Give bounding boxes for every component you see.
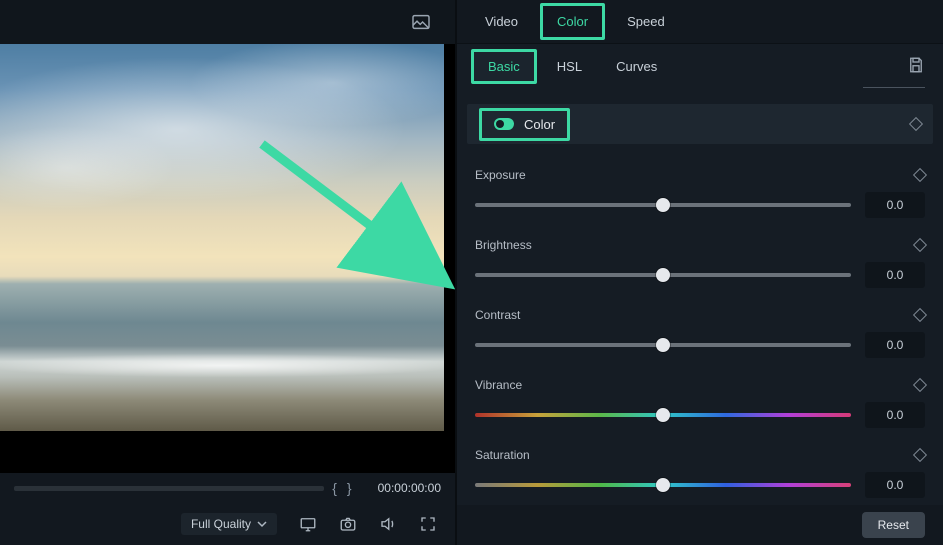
reset-button[interactable]: Reset	[862, 512, 925, 538]
keyframe-vibrance[interactable]	[913, 378, 927, 392]
saturation-thumb[interactable]	[656, 478, 670, 492]
preview-controls: Full Quality	[0, 503, 455, 545]
exposure-value[interactable]: 0.0	[865, 192, 925, 218]
timeline-track[interactable]	[14, 486, 324, 491]
exposure-block: Exposure 0.0	[475, 168, 925, 218]
keyframe-exposure[interactable]	[913, 168, 927, 182]
reset-bar: Reset	[457, 505, 943, 545]
image-icon[interactable]	[411, 14, 431, 30]
color-section-header: Color	[467, 104, 933, 144]
vibrance-value[interactable]: 0.0	[865, 402, 925, 428]
keyframe-contrast[interactable]	[913, 308, 927, 322]
quality-label: Full Quality	[191, 517, 251, 531]
inspector-panel: Video Color Speed Basic HSL Curves Color…	[455, 0, 943, 545]
save-preset-icon[interactable]	[907, 56, 925, 74]
keyframe-saturation[interactable]	[913, 448, 927, 462]
exposure-label: Exposure	[475, 168, 526, 182]
tab-video[interactable]: Video	[471, 6, 532, 37]
contrast-thumb[interactable]	[656, 338, 670, 352]
chevron-down-icon	[257, 519, 267, 529]
subtab-hsl[interactable]: HSL	[543, 52, 596, 81]
vibrance-slider[interactable]	[475, 413, 851, 417]
saturation-value[interactable]: 0.0	[865, 472, 925, 498]
display-icon[interactable]	[299, 515, 317, 533]
fullscreen-icon[interactable]	[419, 515, 437, 533]
contrast-block: Contrast 0.0	[475, 308, 925, 358]
brightness-value[interactable]: 0.0	[865, 262, 925, 288]
mark-out-brace[interactable]: }	[345, 480, 354, 496]
vibrance-thumb[interactable]	[656, 408, 670, 422]
video-preview[interactable]	[0, 44, 455, 473]
preview-panel: { } 00:00:00:00 Full Quality	[0, 0, 455, 545]
preview-frame	[0, 44, 444, 431]
preview-header	[0, 0, 455, 44]
keyframe-brightness[interactable]	[913, 238, 927, 252]
tab-speed[interactable]: Speed	[613, 6, 679, 37]
exposure-slider[interactable]	[475, 203, 851, 207]
timecode: 00:00:00:00	[378, 481, 441, 495]
saturation-label: Saturation	[475, 448, 530, 462]
exposure-thumb[interactable]	[656, 198, 670, 212]
top-tabs: Video Color Speed	[457, 0, 943, 44]
subtab-curves[interactable]: Curves	[602, 52, 671, 81]
quality-select[interactable]: Full Quality	[181, 513, 277, 535]
tab-color[interactable]: Color	[540, 3, 605, 40]
brightness-slider[interactable]	[475, 273, 851, 277]
contrast-value[interactable]: 0.0	[865, 332, 925, 358]
saturation-slider[interactable]	[475, 483, 851, 487]
brightness-block: Brightness 0.0	[475, 238, 925, 288]
vibrance-block: Vibrance 0.0	[475, 378, 925, 428]
brightness-thumb[interactable]	[656, 268, 670, 282]
color-toggle[interactable]	[494, 118, 514, 130]
mark-in-brace[interactable]: {	[330, 480, 339, 496]
color-section-title: Color	[524, 117, 555, 132]
saturation-block: Saturation 0.0	[475, 448, 925, 498]
snapshot-icon[interactable]	[339, 515, 357, 533]
timeline-row: { } 00:00:00:00	[0, 473, 455, 503]
sub-tabs: Basic HSL Curves	[457, 44, 943, 88]
brightness-label: Brightness	[475, 238, 532, 252]
contrast-label: Contrast	[475, 308, 520, 322]
volume-icon[interactable]	[379, 515, 397, 533]
vibrance-label: Vibrance	[475, 378, 522, 392]
keyframe-color[interactable]	[909, 117, 923, 131]
color-sliders: Exposure 0.0 Brightness 0.0	[457, 144, 943, 545]
subtab-basic[interactable]: Basic	[471, 49, 537, 84]
contrast-slider[interactable]	[475, 343, 851, 347]
